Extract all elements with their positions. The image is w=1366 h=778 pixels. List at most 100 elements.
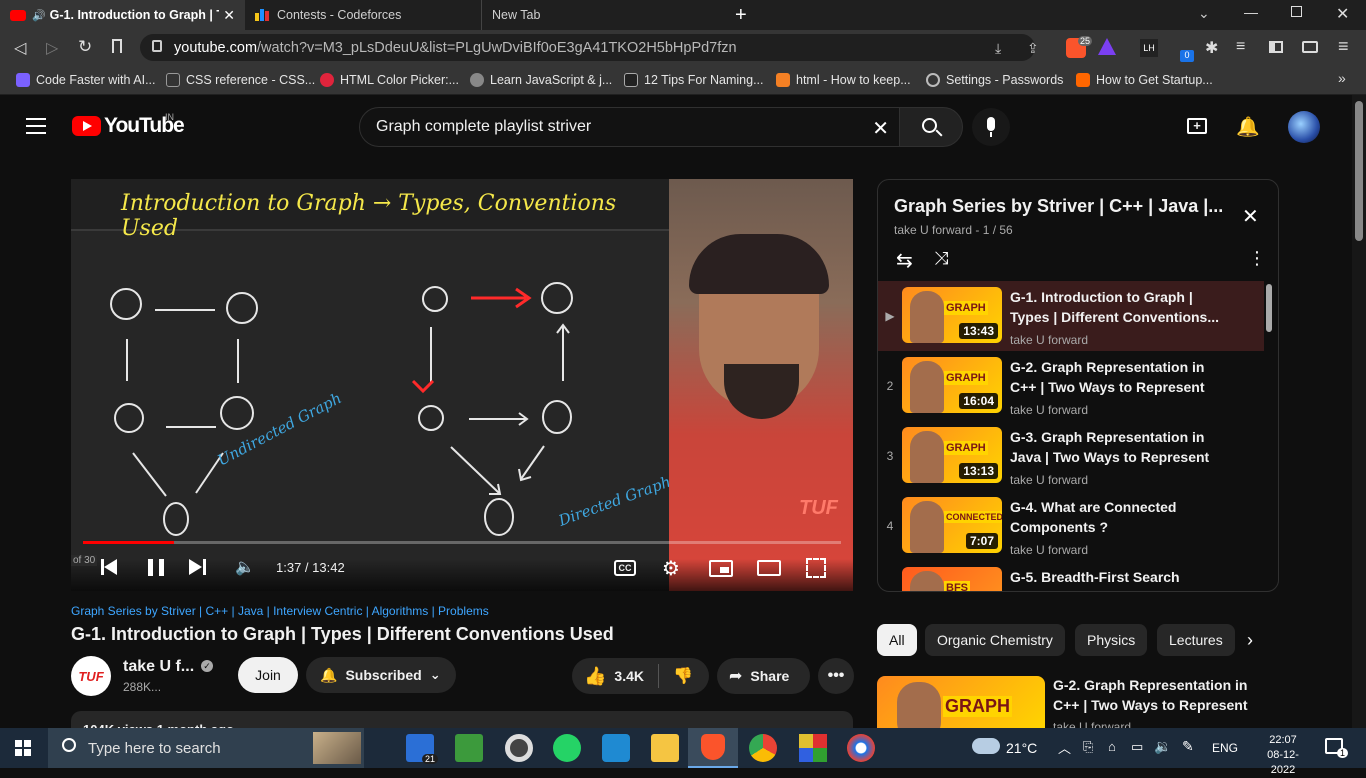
extension-badge[interactable]: 0: [1180, 50, 1194, 62]
share-button[interactable]: ➦ Share: [717, 658, 810, 694]
recommendation-title[interactable]: G-2. Graph Representation in C++ | Two W…: [1053, 675, 1253, 715]
tab-newtab[interactable]: New Tab: [481, 0, 721, 30]
hamburger-menu-icon[interactable]: [26, 118, 46, 134]
tab-youtube[interactable]: 🔊 G-1. Introduction to Graph | Ty ✕: [0, 0, 245, 30]
close-playlist-icon[interactable]: ✕: [1242, 204, 1259, 229]
playlist-item[interactable]: 5 BFS G-5. Breadth-First Search: [878, 561, 1264, 591]
maximize-button[interactable]: [1291, 6, 1302, 17]
brave-rewards-icon[interactable]: [1098, 38, 1116, 55]
theater-mode-icon[interactable]: [757, 560, 781, 576]
chevron-right-icon[interactable]: ›: [1247, 630, 1253, 651]
video-player[interactable]: Introduction to Graph → Types, Conventio…: [71, 179, 853, 591]
captions-button[interactable]: CC: [614, 560, 636, 576]
taskbar-brave-active[interactable]: [688, 728, 738, 768]
miniplayer-icon[interactable]: [709, 560, 733, 577]
fullscreen-icon[interactable]: [806, 558, 826, 578]
bookmark-item[interactable]: html - How to keep...: [776, 65, 911, 95]
battery-icon[interactable]: ▭: [1131, 739, 1143, 755]
playlist-item[interactable]: 2 GRAPH 16:04 G-2. Graph Representation i…: [878, 351, 1264, 421]
recommendation-thumbnail[interactable]: GRAPH: [877, 676, 1045, 728]
loop-icon[interactable]: ⇆: [896, 248, 913, 273]
search-button[interactable]: [899, 107, 963, 147]
bookmark-item[interactable]: How to Get Startup...: [1076, 65, 1213, 95]
settings-gear-icon[interactable]: ⚙: [662, 556, 680, 581]
tab-search-icon[interactable]: ⌄: [1198, 5, 1210, 22]
bookmark-item[interactable]: 12 Tips For Naming...: [624, 65, 764, 95]
voice-search-button[interactable]: [972, 108, 1010, 146]
create-video-icon[interactable]: +: [1187, 118, 1207, 134]
pen-icon[interactable]: ✎: [1182, 738, 1194, 755]
chip-lectures[interactable]: Lectures: [1157, 624, 1235, 656]
more-bookmarks-icon[interactable]: »: [1338, 70, 1346, 86]
address-bar[interactable]: youtube.com/watch?v=M3_pLsDdeuU&list=PLg…: [140, 34, 1035, 61]
minimize-button[interactable]: —: [1244, 4, 1258, 20]
task-view-icon[interactable]: 21: [406, 734, 438, 764]
install-app-icon[interactable]: ⤓: [995, 40, 1001, 57]
media-app-icon[interactable]: [505, 734, 533, 762]
tray-app-icon[interactable]: ⎘: [1083, 739, 1093, 755]
vscode-icon[interactable]: [602, 734, 630, 762]
notification-center-icon[interactable]: 1: [1325, 738, 1348, 758]
next-icon[interactable]: [189, 558, 207, 576]
bookmark-icon[interactable]: [112, 39, 122, 53]
clock[interactable]: 22:07 08-12-2022: [1255, 733, 1311, 778]
new-tab-button[interactable]: +: [735, 4, 747, 27]
file-explorer-icon[interactable]: [651, 734, 679, 762]
brave-shields-icon[interactable]: 25: [1066, 36, 1092, 58]
weather-temp[interactable]: 21°C: [1006, 740, 1037, 756]
chip-organic-chemistry[interactable]: Organic Chemistry: [925, 624, 1065, 656]
whatsapp-icon[interactable]: [553, 734, 581, 762]
menu-icon[interactable]: ≡: [1338, 36, 1349, 57]
notifications-bell-icon[interactable]: 🔔: [1236, 115, 1260, 139]
clear-search-icon[interactable]: ✕: [872, 116, 889, 141]
bookmark-item[interactable]: HTML Color Picker:...: [320, 65, 459, 95]
more-actions-icon[interactable]: •••: [818, 658, 854, 694]
volume-icon[interactable]: 🔈: [235, 557, 255, 577]
share-page-icon[interactable]: ⇪: [1027, 40, 1039, 57]
bookmark-item[interactable]: Code Faster with AI...: [16, 65, 156, 95]
chrome-alt-icon[interactable]: [847, 734, 875, 762]
back-icon[interactable]: ◁: [14, 38, 26, 58]
channel-avatar[interactable]: TUF: [71, 656, 111, 696]
playlist-scrollbar[interactable]: [1266, 284, 1272, 332]
chip-all[interactable]: All: [877, 624, 917, 656]
playlist-icon[interactable]: ≡: [1236, 38, 1245, 56]
tray-chevron-icon[interactable]: ︿: [1058, 738, 1071, 757]
page-scrollbar[interactable]: [1352, 95, 1366, 728]
forward-icon[interactable]: ▷: [46, 38, 58, 58]
previous-icon[interactable]: [101, 558, 119, 576]
subscribed-button[interactable]: 🔔 Subscribed ⌄: [306, 657, 456, 693]
audio-playing-icon[interactable]: 🔊: [32, 9, 46, 22]
chip-physics[interactable]: Physics: [1075, 624, 1148, 656]
network-icon[interactable]: ⌂: [1108, 739, 1116, 754]
playlist-title[interactable]: Graph Series by Striver | C++ | Java |..…: [894, 196, 1224, 217]
like-icon[interactable]: 👍: [584, 666, 606, 687]
playlist-item[interactable]: ▶ GRAPH 13:43 G-1. Introduction to Graph …: [878, 281, 1264, 351]
playlist-menu-icon[interactable]: ⋮: [1248, 248, 1266, 269]
volume-tray-icon[interactable]: 🔉: [1154, 738, 1171, 755]
like-count[interactable]: 3.4K: [614, 668, 644, 684]
extension-lh-icon[interactable]: LH: [1140, 39, 1158, 57]
weather-cloud-icon[interactable]: [972, 738, 1000, 754]
bookmark-item[interactable]: Settings - Passwords: [926, 65, 1063, 95]
join-button[interactable]: Join: [238, 657, 298, 693]
taskbar-search-input[interactable]: Type here to search: [48, 728, 364, 768]
windows-start-icon[interactable]: [15, 740, 31, 756]
sidebar-icon[interactable]: [1269, 41, 1283, 53]
youtube-logo-icon[interactable]: [72, 116, 101, 136]
reload-icon[interactable]: ↻: [78, 37, 92, 57]
playlist-link[interactable]: Graph Series by Striver | C++ | Java | I…: [71, 604, 489, 618]
colorful-app-icon[interactable]: [799, 734, 827, 762]
search-input[interactable]: Graph complete playlist striver ✕: [359, 107, 900, 147]
dislike-icon[interactable]: 👎: [673, 666, 693, 686]
avatar[interactable]: [1288, 111, 1320, 143]
bookmark-item[interactable]: CSS reference - CSS...: [166, 65, 315, 95]
close-window-button[interactable]: ✕: [1336, 4, 1349, 24]
channel-name[interactable]: take U f...: [123, 658, 194, 676]
chrome-icon[interactable]: [749, 734, 777, 762]
chart-app-icon[interactable]: [455, 734, 483, 762]
shuffle-icon[interactable]: ⤨: [934, 248, 948, 269]
playlist-item[interactable]: 3 GRAPH 13:13 G-3. Graph Representation i…: [878, 421, 1264, 491]
wallet-icon[interactable]: [1302, 41, 1318, 53]
playlist-item[interactable]: 4 CONNECTED 7:07 G-4. What are Connected …: [878, 491, 1264, 561]
